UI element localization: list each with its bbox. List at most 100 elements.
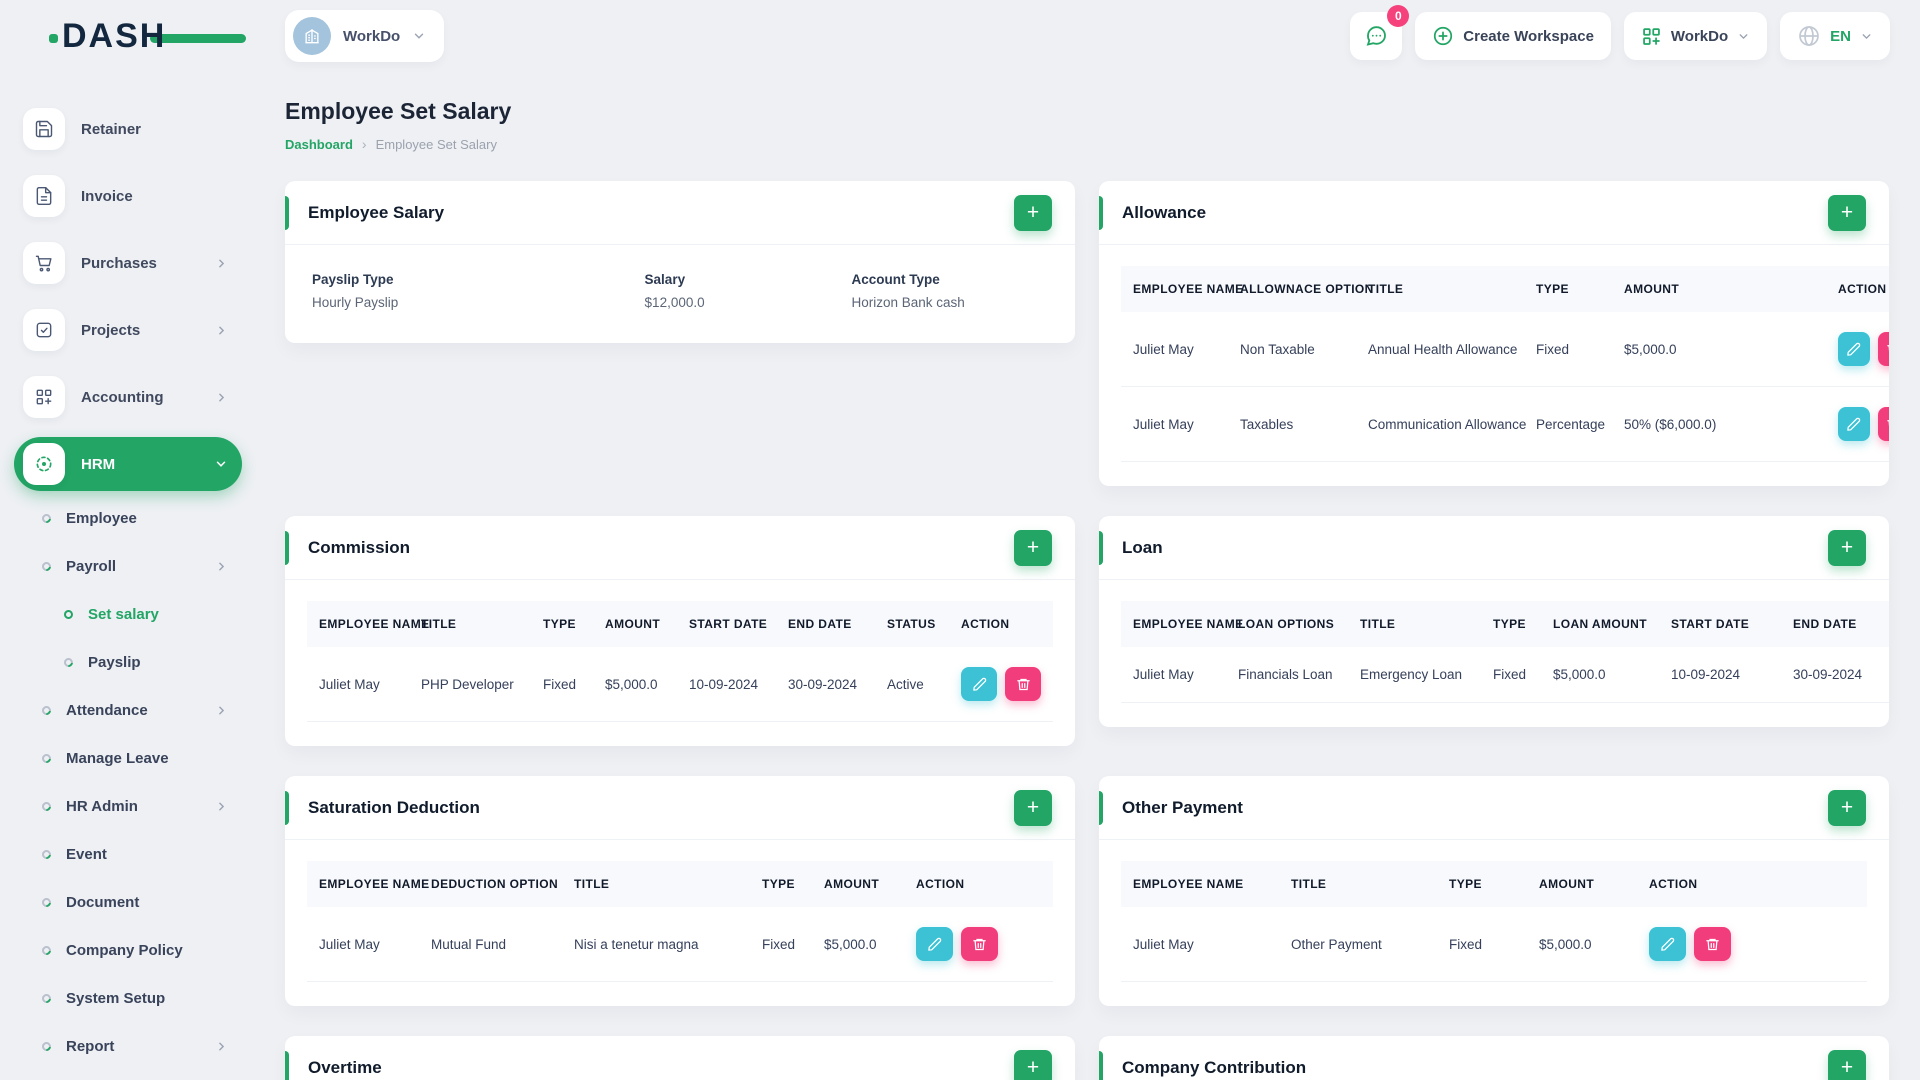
sidebar-item-projects[interactable]: Projects xyxy=(14,303,242,357)
sidebar-subitem-set-salary[interactable]: Set salary xyxy=(14,600,242,629)
column-header-start-date: START DATE xyxy=(677,601,776,647)
sidebar-item-label: Projects xyxy=(81,321,141,339)
overtime-card: Overtime + xyxy=(285,1036,1075,1080)
pencil-icon xyxy=(1846,417,1861,432)
sidebar-item-label: Accounting xyxy=(81,388,164,406)
column-header-employee-name: EMPLOYEE NAME xyxy=(307,861,429,907)
table-cell: Active xyxy=(875,647,949,722)
card-header: Overtime + xyxy=(285,1036,1075,1080)
invoice-icon xyxy=(23,175,65,217)
table-cell: $5,000.0 xyxy=(1527,907,1637,982)
table-cell: $5,000.0 xyxy=(1541,647,1659,703)
column-header-end-date: END DATE xyxy=(776,601,875,647)
add-other-payment-button[interactable]: + xyxy=(1828,789,1866,826)
employee-salary-fields: Payslip Type Hourly Payslip Salary $12,000.… xyxy=(285,245,1075,343)
trash-icon xyxy=(1016,677,1031,692)
loan-table: EMPLOYEE NAME LOAN OPTIONS TITLE TYPE LOAN A… xyxy=(1099,580,1889,727)
add-company-contribution-button[interactable]: + xyxy=(1828,1049,1866,1080)
sidebar-subitem-event[interactable]: Event xyxy=(14,840,242,869)
chevron-down-icon xyxy=(1860,30,1873,43)
card-title: Company Contribution xyxy=(1122,1057,1307,1077)
column-header-title: TITLE xyxy=(1279,861,1437,907)
chevron-right-icon xyxy=(215,560,228,573)
add-saturation-deduction-button[interactable]: + xyxy=(1014,789,1052,826)
table-cell: Fixed xyxy=(1481,647,1541,703)
add-commission-button[interactable]: + xyxy=(1014,529,1052,566)
bullet-icon xyxy=(40,512,53,525)
delete-button[interactable] xyxy=(1005,667,1041,701)
table-cell: Nisi a tenetur magna xyxy=(562,907,750,982)
workspace-selector[interactable]: WorkDo xyxy=(285,10,445,62)
circle-plus-icon xyxy=(1432,25,1454,47)
allowance-table: EMPLOYEE NAME ALLOWNACE OPTION TITLE TYPE AM… xyxy=(1099,245,1889,486)
sidebar-subitem-document[interactable]: Document xyxy=(14,888,242,917)
sidebar-item-hrm[interactable]: HRM xyxy=(14,437,242,491)
delete-button[interactable] xyxy=(1694,927,1731,961)
create-workspace-button[interactable]: Create Workspace xyxy=(1415,12,1611,60)
table-cell: 50% ($6,000.0) xyxy=(1612,386,1826,462)
table-row: Juliet May Non Taxable Annual Health Allow… xyxy=(1121,312,1889,387)
sidebar-item-invoice[interactable]: Invoice xyxy=(14,169,242,223)
language-selector[interactable]: EN xyxy=(1780,12,1890,60)
column-header-status: STATUS xyxy=(875,601,949,647)
data-table: EMPLOYEE NAME ALLOWNACE OPTION TITLE TYPE AM… xyxy=(1121,266,1889,462)
sidebar-subitem-manage-leave[interactable]: Manage Leave xyxy=(14,744,242,773)
trash-icon xyxy=(1886,417,1889,432)
hrm-icon xyxy=(23,443,65,485)
delete-button[interactable] xyxy=(961,927,998,961)
sidebar-subitem-label: Payroll xyxy=(66,558,117,575)
edit-button[interactable] xyxy=(916,927,953,961)
sidebar-item-accounting[interactable]: Accounting xyxy=(14,370,242,424)
delete-button[interactable] xyxy=(1877,332,1889,366)
sidebar-subitem-payroll[interactable]: Payroll xyxy=(14,552,242,581)
breadcrumb-dashboard-link[interactable]: Dashboard xyxy=(285,137,353,152)
edit-button[interactable] xyxy=(1649,927,1686,961)
table-cell: Juliet May xyxy=(1121,312,1228,387)
sidebar-item-label: HRM xyxy=(81,455,116,473)
sidebar-subitem-hr-admin[interactable]: HR Admin xyxy=(14,792,242,821)
sidebar-subitem-label: Company Policy xyxy=(66,942,183,959)
data-table: EMPLOYEE NAME TITLE TYPE AMOUNT ACTION Juliet… xyxy=(1121,861,1867,982)
sidebar-subitem-system-setup[interactable]: System Setup xyxy=(14,984,242,1013)
accounting-icon xyxy=(23,376,65,418)
column-header-amount: AMOUNT xyxy=(593,601,677,647)
sidebar-item-purchases[interactable]: Purchases xyxy=(14,236,242,290)
table-cell: 30-09-2024 xyxy=(776,647,875,722)
sidebar-subitem-report[interactable]: Report xyxy=(14,1032,242,1061)
sidebar-subitem-payslip[interactable]: Payslip xyxy=(14,648,242,677)
field-label: Salary xyxy=(644,272,686,287)
field-value: Hourly Payslip xyxy=(312,295,399,310)
add-overtime-button[interactable]: + xyxy=(1014,1049,1052,1080)
add-employee-salary-button[interactable]: + xyxy=(1014,194,1052,231)
sidebar-item-retainer[interactable]: Retainer xyxy=(14,102,242,156)
trash-icon xyxy=(1886,342,1889,357)
sidebar-item-label: Retainer xyxy=(81,120,142,138)
logo-text: DASH xyxy=(62,16,167,55)
column-header-employee-name: EMPLOYEE NAME xyxy=(1121,601,1243,647)
table-row: Juliet May Taxables Communication Allowanc… xyxy=(1121,386,1889,462)
edit-button[interactable] xyxy=(961,667,997,701)
add-allowance-button[interactable]: + xyxy=(1828,194,1866,231)
table-cell: Non Taxable xyxy=(1228,312,1356,387)
sidebar-subitem-attendance[interactable]: Attendance xyxy=(14,696,242,725)
delete-button[interactable] xyxy=(1877,407,1889,441)
workdo-menu-button[interactable]: WorkDo xyxy=(1623,12,1768,60)
card-title: Saturation Deduction xyxy=(308,797,480,817)
edit-button[interactable] xyxy=(1838,332,1870,366)
salary-field-account-type: Account Type Horizon Bank cash xyxy=(851,272,1051,310)
table-cell: Juliet May xyxy=(1121,647,1226,703)
bullet-icon xyxy=(62,608,75,621)
sidebar-subitem-label: Attendance xyxy=(66,702,148,719)
add-loan-button[interactable]: + xyxy=(1828,529,1866,566)
data-table: EMPLOYEE NAME LOAN OPTIONS TITLE TYPE LOAN A… xyxy=(1121,601,1889,703)
sidebar-subitem-company-policy[interactable]: Company Policy xyxy=(14,936,242,965)
sidebar-subitem-employee[interactable]: Employee xyxy=(14,504,242,533)
cart-icon xyxy=(23,242,65,284)
edit-button[interactable] xyxy=(1838,407,1870,441)
table-cell: Other Payment xyxy=(1279,907,1437,982)
chevron-right-icon xyxy=(215,257,228,270)
table-cell: Juliet May xyxy=(307,647,409,722)
field-value: $12,000.0 xyxy=(644,295,705,310)
column-header-amount: AMOUNT xyxy=(812,861,904,907)
messages-button[interactable]: 0 xyxy=(1350,5,1410,60)
